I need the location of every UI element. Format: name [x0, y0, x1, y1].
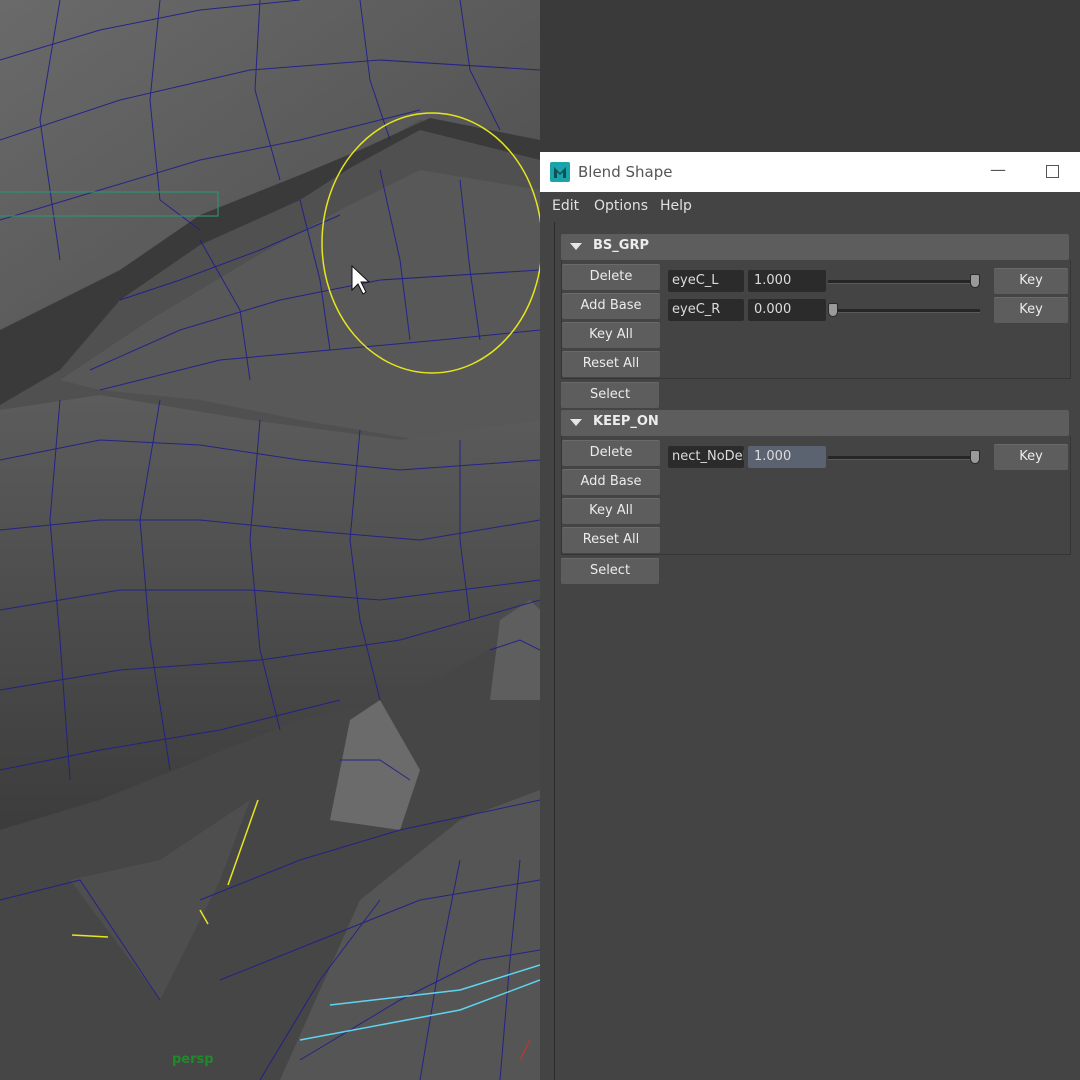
- target-name-field[interactable]: eyeC_L: [668, 270, 744, 292]
- weight-field[interactable]: 1.000: [748, 270, 826, 292]
- menu-bar: Edit Options Help: [540, 192, 1080, 222]
- reset-all-button[interactable]: Reset All: [562, 351, 660, 377]
- maximize-icon: [1045, 165, 1059, 178]
- add-base-button[interactable]: Add Base: [562, 469, 660, 495]
- menu-edit[interactable]: Edit: [552, 198, 579, 214]
- minimize-button[interactable]: —: [988, 160, 1008, 182]
- maya-app-icon: [550, 162, 570, 182]
- group-header-keep-on[interactable]: KEEP_ON: [561, 410, 1069, 436]
- group-body-keep-on: Delete Add Base Key All Reset All nect_N…: [561, 436, 1071, 555]
- collapse-arrow-icon[interactable]: [570, 243, 582, 250]
- target-name-field[interactable]: nect_NoDel: [668, 446, 744, 468]
- key-button[interactable]: Key: [994, 444, 1068, 470]
- group-body-bs-grp: Delete Add Base Key All Reset All eyeC_L…: [561, 260, 1071, 379]
- target-name-field[interactable]: eyeC_R: [668, 299, 744, 321]
- weight-field[interactable]: 1.000: [748, 446, 826, 468]
- group-name: BS_GRP: [593, 238, 649, 253]
- menu-help[interactable]: Help: [660, 198, 692, 214]
- group-header-bs-grp[interactable]: BS_GRP: [561, 234, 1069, 260]
- weight-slider-track[interactable]: [828, 456, 980, 460]
- add-base-button[interactable]: Add Base: [562, 293, 660, 319]
- key-all-button[interactable]: Key All: [562, 322, 660, 348]
- title-bar[interactable]: Blend Shape —: [540, 152, 1080, 192]
- weight-slider-handle[interactable]: [970, 274, 980, 288]
- key-button[interactable]: Key: [994, 268, 1068, 294]
- weight-slider-handle[interactable]: [828, 303, 838, 317]
- reset-all-button[interactable]: Reset All: [562, 527, 660, 553]
- select-button[interactable]: Select: [561, 382, 659, 408]
- delete-button[interactable]: Delete: [562, 440, 660, 466]
- weight-slider-track[interactable]: [828, 280, 980, 284]
- delete-button[interactable]: Delete: [562, 264, 660, 290]
- blend-shape-window: Blend Shape — Edit Options Help BS_GRP D…: [540, 152, 1080, 1080]
- wireframe-mesh: [0, 0, 540, 1080]
- weight-slider-track[interactable]: [828, 309, 980, 313]
- collapse-arrow-icon[interactable]: [570, 419, 582, 426]
- blend-shape-panel: BS_GRP Delete Add Base Key All Reset All…: [554, 222, 1080, 1080]
- select-button[interactable]: Select: [561, 558, 659, 584]
- key-all-button[interactable]: Key All: [562, 498, 660, 524]
- key-button[interactable]: Key: [994, 297, 1068, 323]
- weight-slider-handle[interactable]: [970, 450, 980, 464]
- group-name: KEEP_ON: [593, 414, 659, 429]
- maximize-button[interactable]: [1040, 160, 1064, 182]
- weight-field[interactable]: 0.000: [748, 299, 826, 321]
- 3d-viewport[interactable]: persp: [0, 0, 540, 1080]
- menu-options[interactable]: Options: [594, 198, 648, 214]
- window-title: Blend Shape: [578, 163, 673, 181]
- camera-label: persp: [172, 1052, 214, 1067]
